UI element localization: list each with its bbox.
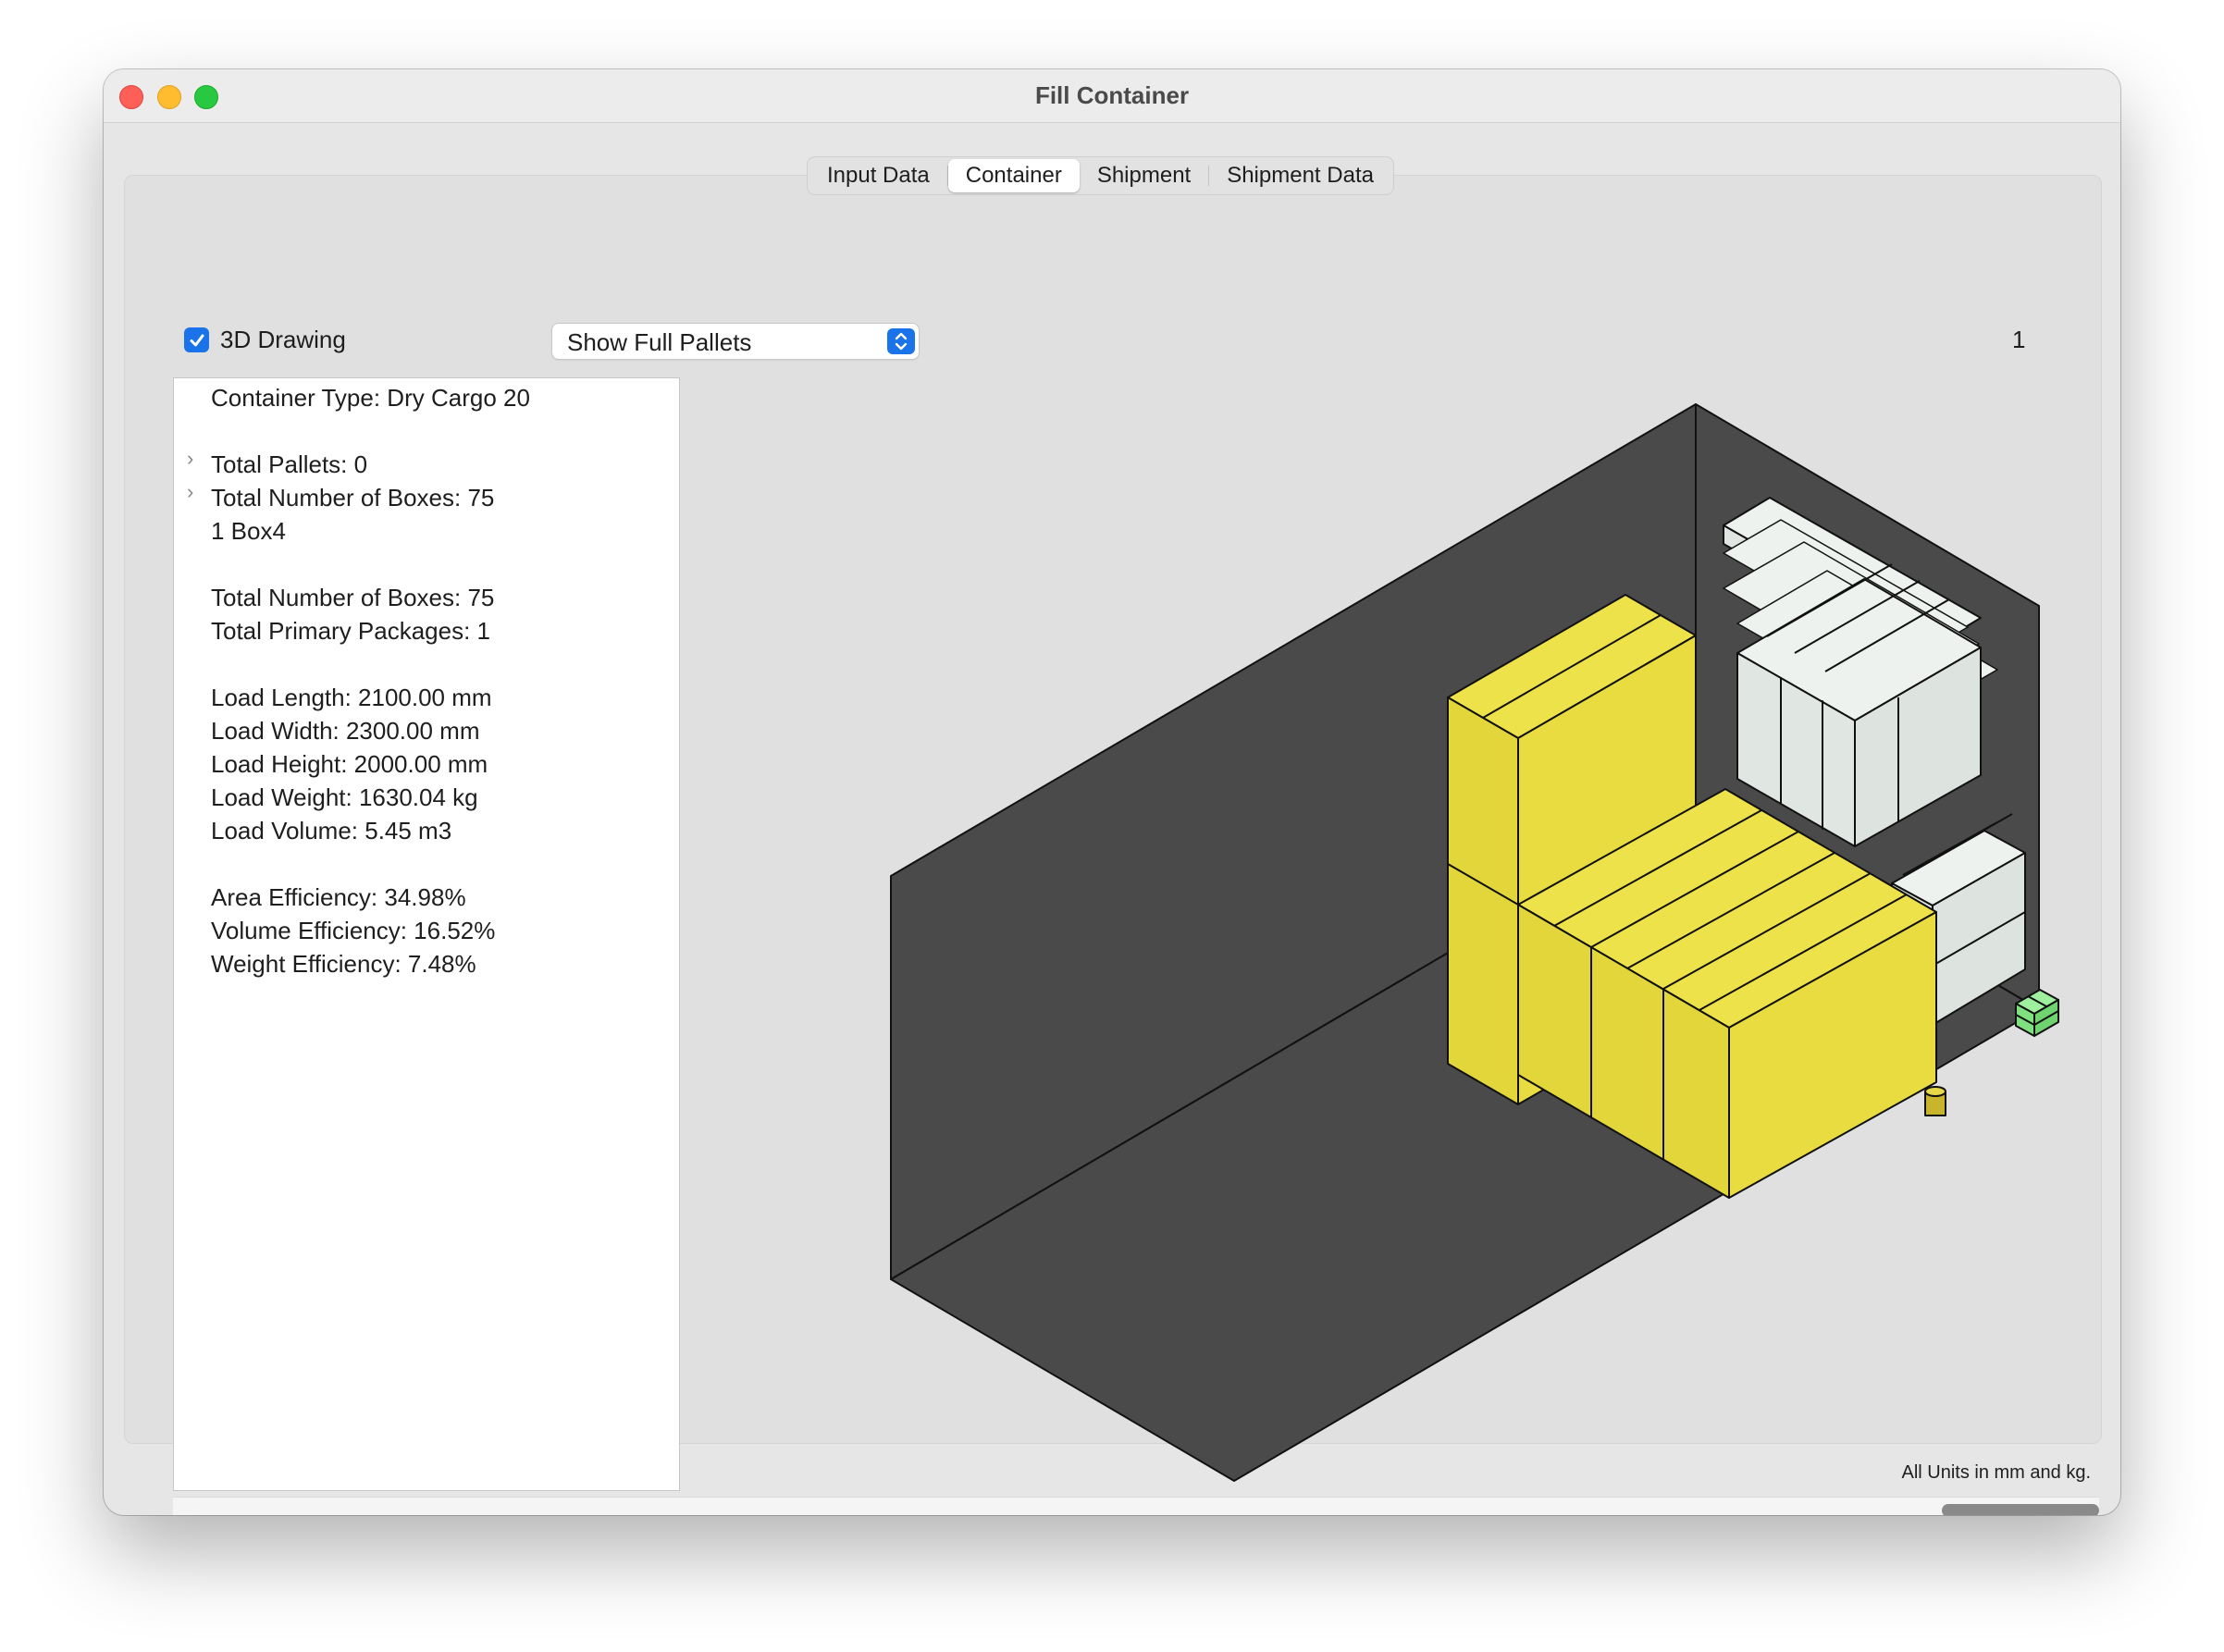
display-mode-select[interactable]: Show Full Pallets <box>552 324 919 359</box>
load-info-panel: Container Type: Dry Cargo 20 › Total Pal… <box>173 377 680 1491</box>
window-title: Fill Container <box>1034 81 1190 109</box>
expand-pallets-icon[interactable]: › <box>187 447 193 471</box>
page-number: 1 <box>2012 326 2026 353</box>
total-boxes-expandable-text[interactable]: Total Number of Boxes: 75 <box>211 484 494 512</box>
total-pallets-text[interactable]: Total Pallets: 0 <box>211 450 367 479</box>
total-boxes-text: Total Number of Boxes: 75 <box>211 584 495 611</box>
tab-shipment-data[interactable]: Shipment Data <box>1209 159 1391 192</box>
box-type-text: 1 Box4 <box>211 517 286 545</box>
tab-container[interactable]: Container <box>947 159 1080 192</box>
scrollbar-thumb[interactable] <box>1942 1504 2099 1515</box>
weight-efficiency-text: Weight Efficiency: 7.48% <box>211 950 476 978</box>
drawing-3d-checkbox[interactable] <box>184 327 209 352</box>
load-length-text: Load Length: 2100.00 mm <box>211 684 492 711</box>
units-note: All Units in mm and kg. <box>1901 1462 2091 1483</box>
display-mode-value: Show Full Pallets <box>567 328 752 356</box>
horizontal-scrollbar[interactable] <box>173 1497 2099 1515</box>
tab-content-area: 3D Drawing Show Full Pallets 1 Container… <box>124 175 2102 1515</box>
container-3d-svg <box>890 403 2059 1482</box>
yellow-cylinder <box>1924 1086 1946 1116</box>
tab-shipment[interactable]: Shipment <box>1080 159 1208 192</box>
load-width-text: Load Width: 2300.00 mm <box>211 717 480 745</box>
area-efficiency-text: Area Efficiency: 34.98% <box>211 883 466 911</box>
total-primary-text: Total Primary Packages: 1 <box>211 617 491 645</box>
app-window: Fill Container 3D Drawing Show Full Pall… <box>104 69 2120 1515</box>
chevron-up-down-icon <box>887 328 915 354</box>
tab-input-data[interactable]: Input Data <box>809 159 947 192</box>
drawing-3d-label: 3D Drawing <box>220 326 346 353</box>
load-weight-text: Load Weight: 1630.04 kg <box>211 783 478 811</box>
container-3d-view[interactable] <box>680 377 2120 1489</box>
volume-efficiency-text: Volume Efficiency: 16.52% <box>211 917 496 944</box>
load-volume-text: Load Volume: 5.45 m3 <box>211 817 452 844</box>
title-bar: Fill Container <box>104 69 2120 123</box>
load-height-text: Load Height: 2000.00 mm <box>211 750 488 778</box>
container-type-text: Container Type: Dry Cargo 20 <box>211 384 530 412</box>
expand-boxes-icon[interactable]: › <box>187 480 193 504</box>
drawing-3d-toggle[interactable]: 3D Drawing <box>184 326 346 354</box>
checkmark-icon <box>190 334 204 346</box>
tab-bar: Input Data Container Shipment Shipment D… <box>807 156 1394 195</box>
